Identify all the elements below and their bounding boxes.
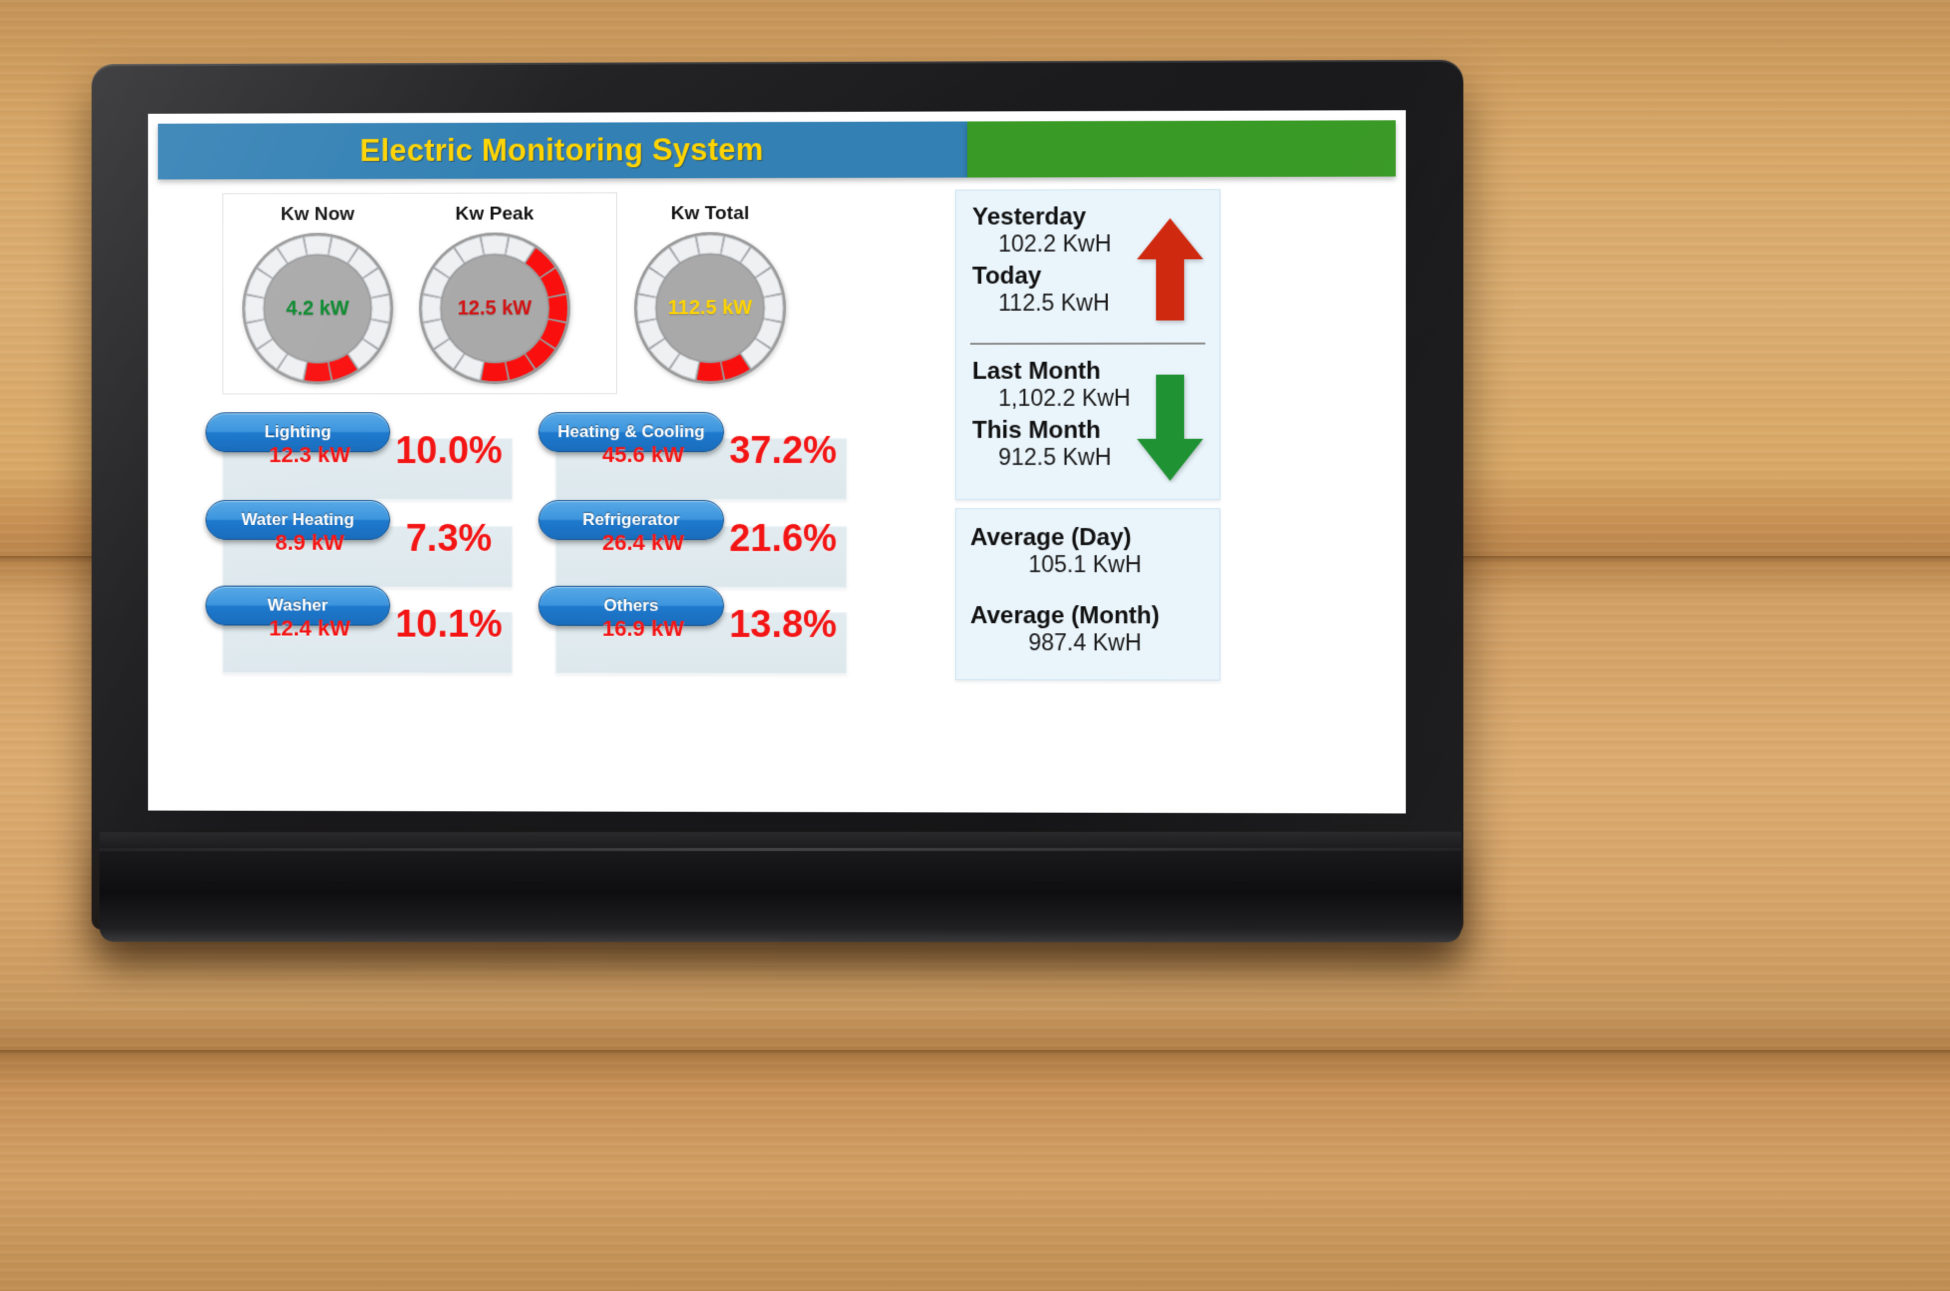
- gauge-title: Kw Now: [280, 203, 355, 225]
- last-month-value: 1,102.2 KwH: [998, 385, 1131, 412]
- gauge-title: Kw Total: [670, 203, 750, 225]
- gauge-kw-now: Kw Now 4.2 kW: [229, 194, 406, 388]
- gauge-segment: [481, 362, 508, 382]
- appliance-percent-value: 7.3%: [405, 517, 492, 560]
- status-indicator-panel: [967, 120, 1396, 178]
- gauge-kw-peak: Kw Peak 12.5 kW: [406, 193, 583, 387]
- title-bar: Electric Monitoring System: [157, 120, 1396, 180]
- appliance-power-value: 8.9 kW: [275, 529, 345, 555]
- gauge-dial: 12.5 kW: [416, 229, 573, 387]
- gauge-segment: [697, 362, 724, 382]
- gauge-value: 112.5 kW: [667, 296, 753, 319]
- appliance-power-value: 16.9 kW: [602, 615, 685, 641]
- average-month-value: 987.4 KwH: [1028, 629, 1142, 656]
- gauge-dial: 112.5 kW: [631, 229, 789, 387]
- appliance-percent-value: 13.8%: [729, 603, 837, 647]
- page-title: Electric Monitoring System: [359, 132, 764, 169]
- display-base-bar: [99, 831, 1462, 943]
- today-label: Today: [972, 262, 1042, 290]
- plank-seam: [0, 1050, 1950, 1056]
- average-day-value: 105.1 KwH: [1028, 551, 1142, 578]
- appliance-label: Heating & Cooling: [557, 422, 705, 442]
- appliance-label: Refrigerator: [582, 509, 680, 529]
- arrow-up-icon: [1136, 218, 1204, 321]
- daily-comparison-block: Yesterday 102.2 KwH Today 112.5 KwH: [972, 203, 1112, 316]
- title-bar-blue-section: Electric Monitoring System: [157, 121, 968, 180]
- gauge-panel: Kw Now 4.2 kW Kw Peak 12.5 kW Kw Total 1…: [222, 192, 786, 395]
- this-month-label: This Month: [972, 416, 1101, 444]
- gauge-segment: [696, 234, 725, 255]
- gauge-kw-total: Kw Total 112.5 kW: [621, 193, 799, 387]
- wall-mounted-display: Electric Monitoring System Kw Now 4.2 kW…: [91, 59, 1464, 935]
- gauge-segment: [304, 236, 330, 255]
- appliance-label: Others: [603, 595, 659, 615]
- yesterday-value: 102.2 KwH: [998, 230, 1112, 257]
- summary-sidebar: Yesterday 102.2 KwH Today 112.5 KwH Last…: [955, 188, 1221, 681]
- monthly-comparison-block: Last Month 1,102.2 KwH This Month 912.5 …: [972, 357, 1131, 471]
- gauge-dial: 4.2 kW: [239, 230, 396, 388]
- appliance-power-value: 12.4 kW: [269, 615, 351, 641]
- average-month-block: Average (Month) 987.4 KwH: [970, 602, 1160, 656]
- appliance-label: Washer: [267, 595, 328, 615]
- this-month-value: 912.5 KwH: [998, 444, 1112, 471]
- last-month-label: Last Month: [972, 357, 1101, 385]
- arrow-down-icon: [1136, 374, 1204, 481]
- gauge-value: 4.2 kW: [286, 297, 350, 320]
- appliance-power-value: 45.6 kW: [602, 442, 685, 468]
- card-divider: [970, 342, 1206, 345]
- gauge-title: Kw Peak: [455, 203, 534, 225]
- screen: Electric Monitoring System Kw Now 4.2 kW…: [148, 110, 1406, 814]
- average-day-label: Average (Day): [970, 524, 1132, 552]
- gauge-segment: [304, 362, 331, 382]
- comparison-card: Yesterday 102.2 KwH Today 112.5 KwH Last…: [955, 188, 1221, 501]
- today-value: 112.5 KwH: [998, 289, 1110, 316]
- appliance-power-value: 26.4 kW: [602, 529, 685, 555]
- appliance-percent-value: 10.1%: [395, 603, 503, 646]
- appliance-percent-value: 37.2%: [729, 429, 837, 473]
- appliance-percent-value: 21.6%: [729, 517, 837, 561]
- gauge-segment: [481, 236, 507, 255]
- appliance-power-value: 12.3 kW: [269, 442, 351, 468]
- average-month-label: Average (Month): [970, 602, 1160, 630]
- average-day-block: Average (Day) 105.1 KwH: [970, 524, 1142, 578]
- appliance-label: Lighting: [264, 422, 332, 442]
- appliance-percent-value: 10.0%: [395, 430, 503, 473]
- yesterday-label: Yesterday: [972, 203, 1087, 231]
- gauge-value: 12.5 kW: [457, 296, 532, 319]
- appliance-label: Water Heating: [241, 509, 355, 529]
- averages-card: Average (Day) 105.1 KwH Average (Month) …: [955, 508, 1221, 681]
